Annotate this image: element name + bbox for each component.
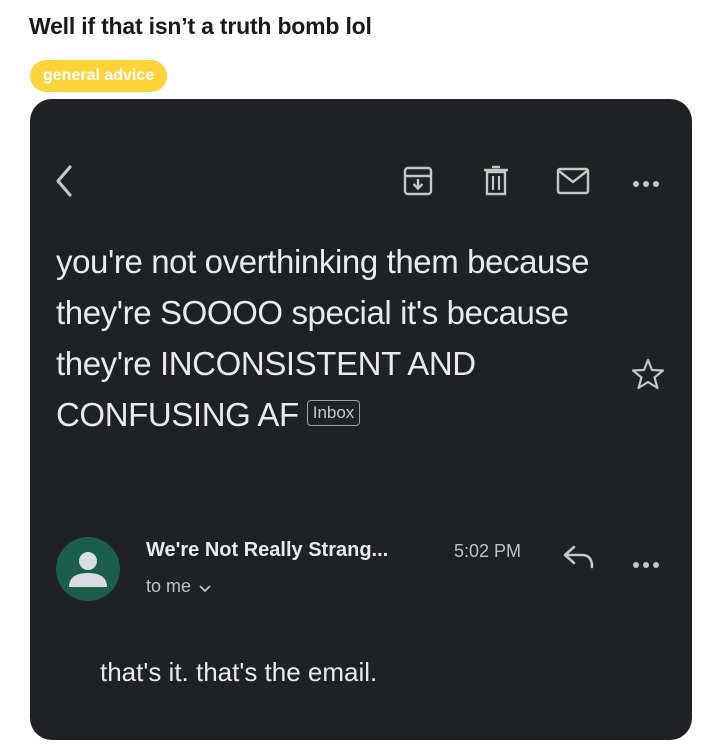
recipient-label: to me [146,576,192,596]
more-vert-icon[interactable] [632,175,660,193]
inbox-label-chip[interactable]: Inbox [306,400,361,427]
avatar[interactable] [56,537,120,601]
sender-name[interactable]: We're Not Really Strang... [146,539,388,562]
more-vert-icon[interactable] [632,556,660,574]
email-body: that's it. that's the email. [100,657,378,687]
flair-badge[interactable]: general advice [30,60,168,92]
email-screenshot: you're not overthinking them because the… [30,99,692,740]
email-time: 5:02 PM [454,541,522,561]
star-icon[interactable] [631,357,665,396]
mail-icon[interactable] [556,167,590,200]
trash-icon[interactable] [482,165,510,202]
email-subject: you're not overthinking them because the… [56,236,616,440]
recipient-toggle[interactable]: to me [146,576,211,598]
back-arrow-icon[interactable] [50,161,80,206]
reply-icon[interactable] [562,543,596,578]
archive-icon[interactable] [402,165,434,202]
post-title: Well if that isn’t a truth bomb lol [29,13,372,39]
chevron-down-icon [199,577,211,598]
